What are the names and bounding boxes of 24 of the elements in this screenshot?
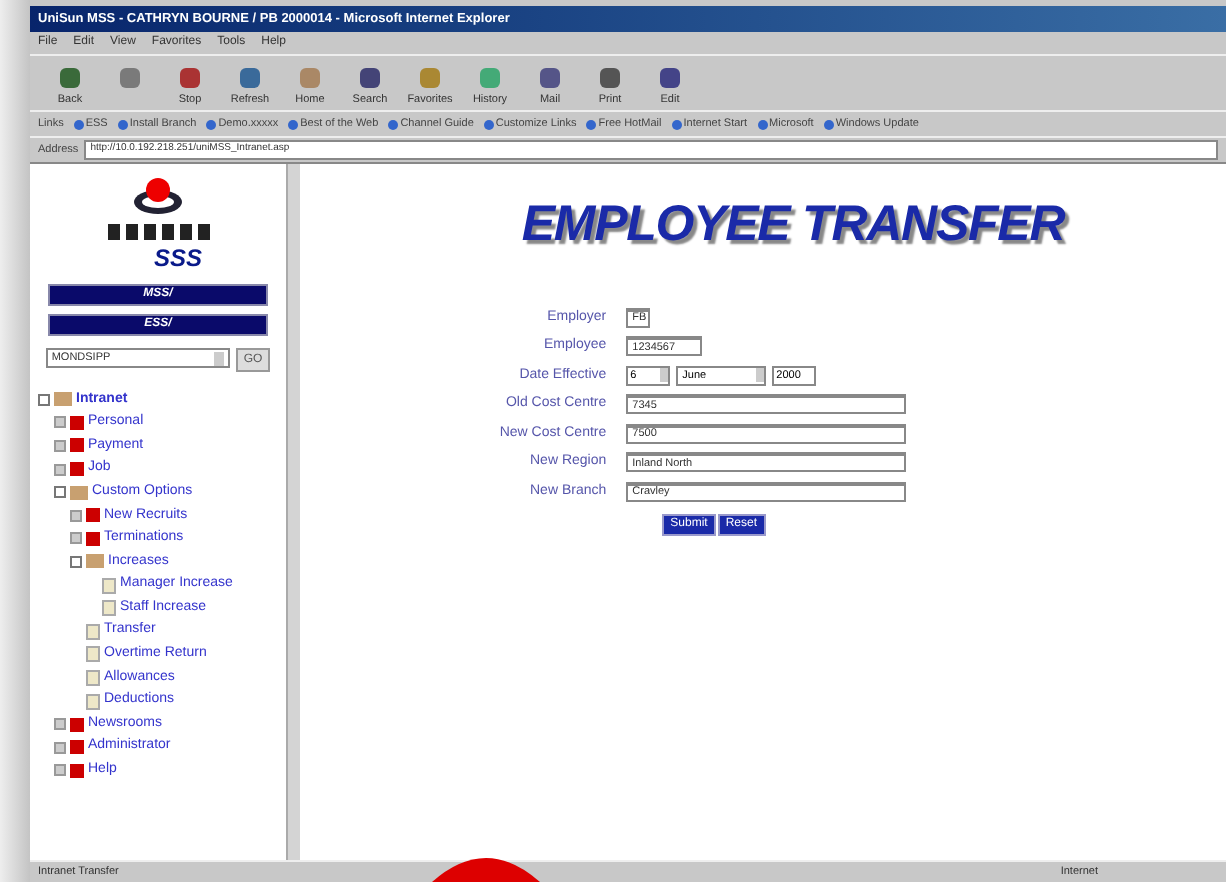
logo-text: SSS — [153, 242, 202, 276]
page-title: EMPLOYEE TRANSFER — [521, 194, 1065, 256]
expand-icon[interactable] — [54, 463, 66, 476]
logo-drawing — [128, 176, 188, 216]
logo-tile-icon — [143, 224, 155, 240]
expand-icon[interactable] — [54, 741, 66, 754]
collapse-icon[interactable] — [54, 486, 66, 499]
expand-icon[interactable] — [70, 509, 82, 522]
expand-icon[interactable] — [54, 764, 66, 777]
open-book-icon — [86, 554, 104, 569]
collapse-icon[interactable] — [70, 555, 82, 568]
expand-icon[interactable] — [70, 532, 82, 545]
ball-drawing — [432, 854, 540, 882]
expand-icon[interactable] — [54, 439, 66, 452]
open-book-icon — [70, 485, 88, 500]
logo-tile-icon — [161, 224, 173, 240]
logo-tile-icon — [125, 224, 137, 240]
logo-tile-icon — [179, 224, 191, 240]
collapse-icon[interactable] — [38, 393, 50, 406]
logo-tile-icon — [107, 224, 119, 240]
expand-icon[interactable] — [54, 416, 66, 429]
logo-tile-icon — [197, 224, 209, 240]
expand-icon[interactable] — [54, 718, 66, 731]
open-book-icon — [54, 392, 72, 407]
